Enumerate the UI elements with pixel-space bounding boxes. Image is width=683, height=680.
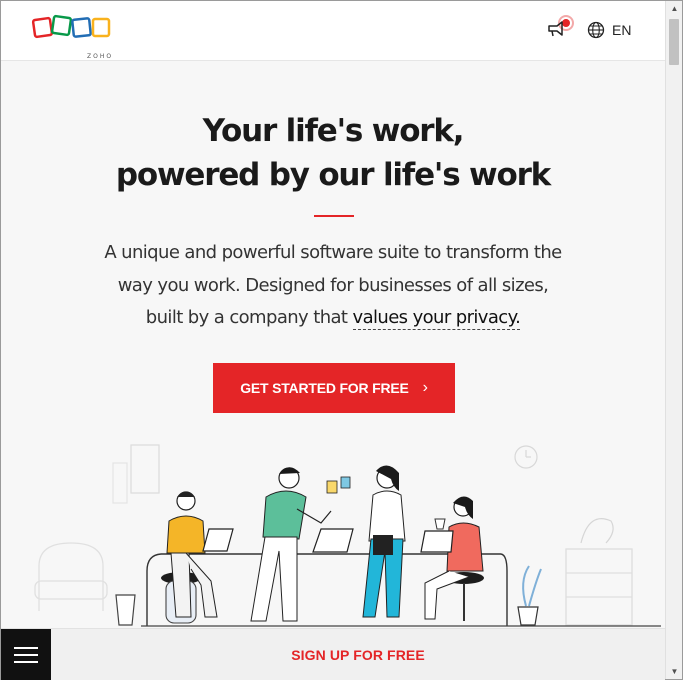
zoho-logo-mark (31, 14, 111, 39)
headline-line-2: powered by our life's work (115, 157, 551, 193)
language-selector[interactable]: EN (587, 20, 631, 40)
subtitle-line-2: way you work. Designed for businesses of… (117, 274, 549, 296)
get-started-label: GET STARTED FOR FREE (240, 380, 409, 396)
zoho-logo[interactable]: ZOHO (31, 13, 113, 60)
chevron-right-icon: › (422, 379, 428, 396)
hero-headline: Your life's work, powered by our life's … (1, 109, 665, 197)
announcement-icon (548, 15, 574, 37)
subtitle-line-3-text: built by a company that (145, 307, 353, 328)
red-divider (314, 215, 354, 217)
language-label: EN (612, 22, 632, 38)
globe-icon (587, 21, 605, 39)
team-illustration-art (34, 444, 661, 627)
subtitle-line-3: built by a company that values your priv… (81, 302, 585, 335)
subtitle-line-1: A unique and powerful software suite to … (104, 242, 562, 263)
top-header: ZOHO EN (1, 1, 665, 61)
logo-wordmark: ZOHO (87, 53, 114, 60)
hamburger-menu-icon[interactable] (1, 629, 51, 680)
sign-up-link[interactable]: SIGN UP FOR FREE (51, 629, 665, 680)
scroll-thumb[interactable] (669, 19, 679, 65)
get-started-button[interactable]: GET STARTED FOR FREE › (213, 363, 455, 413)
announcement-button[interactable] (546, 15, 576, 41)
privacy-link[interactable]: values your privacy. (352, 307, 521, 330)
hero-subtitle: A unique and powerful software suite to … (81, 237, 585, 335)
bottom-bar: SIGN UP FOR FREE (1, 628, 665, 680)
headline-line-1: Your life's work, (202, 113, 465, 149)
vertical-scrollbar[interactable]: ▲ ▼ (665, 1, 682, 679)
team-illustration (21, 431, 661, 631)
scroll-down-arrow-icon[interactable]: ▼ (666, 664, 683, 679)
scroll-up-arrow-icon[interactable]: ▲ (666, 1, 683, 16)
